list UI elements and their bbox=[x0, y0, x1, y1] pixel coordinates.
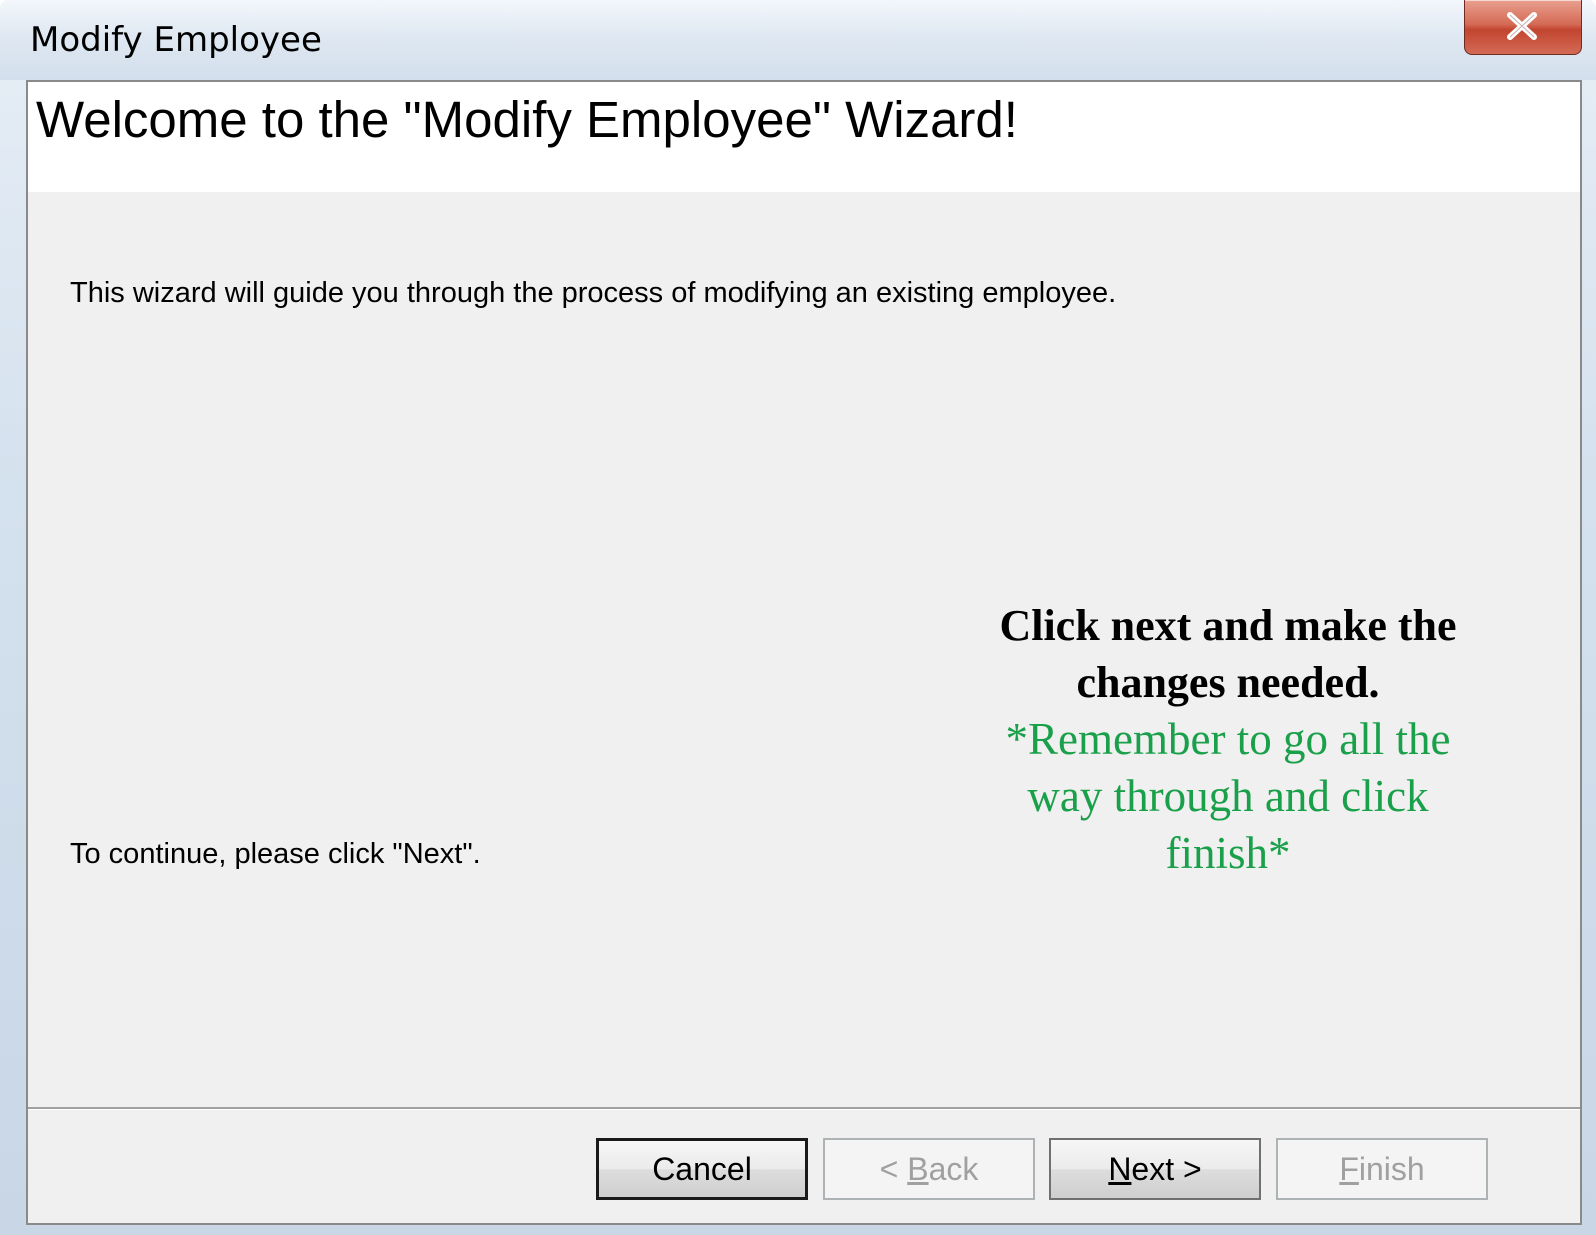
cancel-button-label: Cancel bbox=[652, 1151, 752, 1187]
next-button[interactable]: Next > bbox=[1049, 1138, 1261, 1200]
finish-button-label: inish bbox=[1358, 1151, 1425, 1187]
annotation-bold-line-2: changes needed. bbox=[1076, 658, 1380, 707]
cancel-button[interactable]: Cancel bbox=[596, 1138, 808, 1200]
annotation-reminder-line-2: way through and click bbox=[1027, 771, 1429, 821]
back-button-prefix: < bbox=[879, 1151, 908, 1187]
button-divider bbox=[28, 1107, 1580, 1110]
next-button-mnemonic: N bbox=[1108, 1151, 1132, 1187]
wizard-header: Welcome to the "Modify Employee" Wizard! bbox=[28, 82, 1580, 192]
intro-text: This wizard will guide you through the p… bbox=[70, 277, 1117, 309]
back-button[interactable]: < Back bbox=[823, 1138, 1035, 1200]
instruction-annotation: Click next and make the changes needed. … bbox=[908, 597, 1548, 882]
close-button[interactable] bbox=[1464, 0, 1582, 55]
title-bar[interactable]: Modify Employee bbox=[0, 0, 1596, 80]
annotation-reminder-line-3: finish* bbox=[1165, 828, 1291, 878]
wizard-client-area: Welcome to the "Modify Employee" Wizard!… bbox=[26, 80, 1582, 1225]
finish-button[interactable]: Finish bbox=[1276, 1138, 1488, 1200]
annotation-bold-line-1: Click next and make the bbox=[999, 601, 1457, 650]
finish-button-mnemonic: F bbox=[1339, 1151, 1359, 1187]
wizard-window: Modify Employee Welcome to the "Modify E… bbox=[0, 0, 1596, 1235]
next-button-label: ext > bbox=[1131, 1151, 1202, 1187]
back-button-mnemonic: B bbox=[907, 1151, 929, 1187]
window-title: Modify Employee bbox=[30, 20, 322, 60]
annotation-reminder-line-1: *Remember to go all the bbox=[1005, 714, 1451, 764]
continue-instruction: To continue, please click "Next". bbox=[70, 838, 481, 870]
back-button-label: ack bbox=[928, 1151, 979, 1187]
wizard-heading: Welcome to the "Modify Employee" Wizard! bbox=[36, 91, 1018, 148]
close-icon bbox=[1507, 12, 1537, 40]
